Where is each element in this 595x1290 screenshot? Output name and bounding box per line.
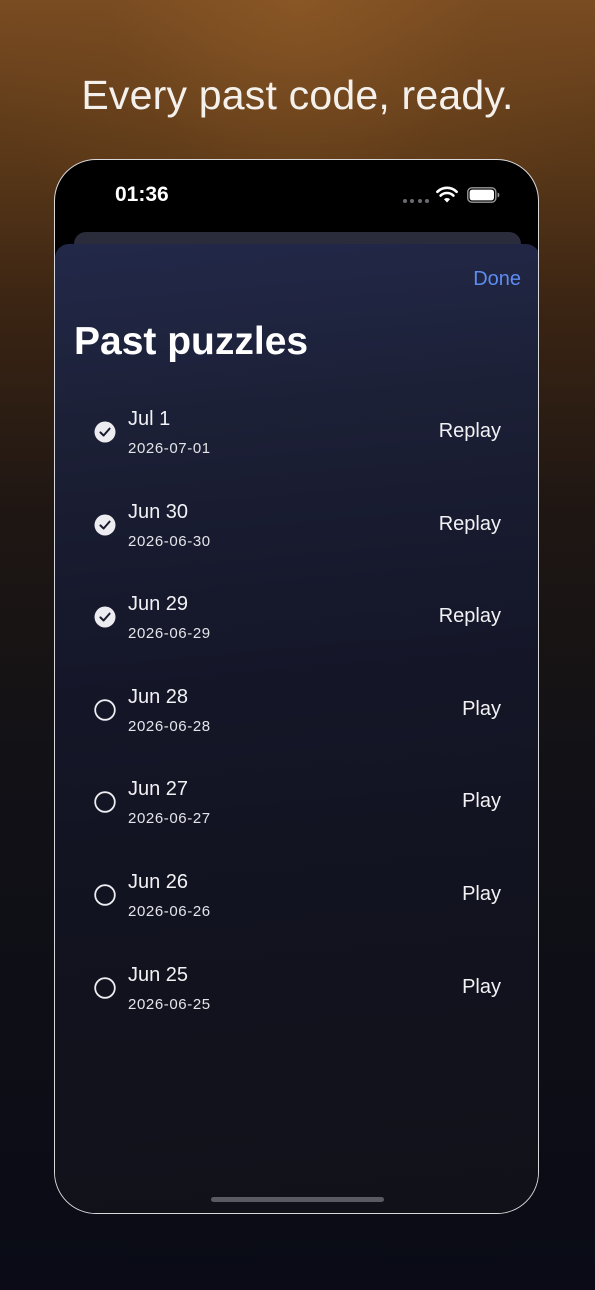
puzzle-row[interactable]: Jun 27 2026-06-27 Play bbox=[55, 766, 538, 859]
puzzle-row[interactable]: Jun 30 2026-06-30 Replay bbox=[55, 489, 538, 582]
puzzle-date: 2026-06-25 bbox=[128, 995, 211, 1013]
battery-icon bbox=[467, 187, 500, 203]
play-button[interactable]: Play bbox=[462, 883, 501, 906]
empty-circle-icon bbox=[94, 791, 116, 814]
puzzle-row[interactable]: Jun 26 2026-06-26 Play bbox=[55, 859, 538, 952]
puzzle-title: Jun 25 bbox=[128, 963, 189, 986]
replay-button[interactable]: Replay bbox=[439, 513, 501, 536]
puzzle-title: Jun 30 bbox=[128, 500, 189, 523]
signal-dots-icon bbox=[403, 199, 429, 203]
replay-button[interactable]: Replay bbox=[439, 605, 501, 628]
past-puzzles-sheet: Done Past puzzles Jul 1 2026-07-01 Repla… bbox=[55, 244, 538, 1213]
puzzle-row[interactable]: Jun 28 2026-06-28 Play bbox=[55, 674, 538, 767]
sheet-title: Past puzzles bbox=[74, 320, 309, 363]
empty-circle-icon bbox=[94, 884, 116, 906]
empty-circle-icon bbox=[94, 699, 116, 721]
puzzle-title: Jun 26 bbox=[128, 870, 189, 893]
puzzle-title: Jun 27 bbox=[128, 778, 189, 801]
puzzle-list: Jul 1 2026-07-01 Replay Jun 30 2026-06-3… bbox=[55, 396, 538, 1045]
puzzle-date: 2026-06-26 bbox=[128, 902, 211, 920]
puzzle-title: Jul 1 bbox=[128, 408, 171, 430]
wifi-icon bbox=[436, 186, 458, 203]
play-button[interactable]: Play bbox=[462, 976, 501, 999]
home-indicator bbox=[211, 1197, 384, 1202]
puzzle-row[interactable]: Jul 1 2026-07-01 Replay bbox=[55, 396, 538, 489]
phone-frame: 01:36 Done Past puzzles Jul 1 2026-07-01… bbox=[54, 159, 539, 1214]
done-button[interactable]: Done bbox=[473, 268, 521, 291]
completed-check-icon bbox=[94, 514, 116, 536]
puzzle-date: 2026-06-30 bbox=[128, 532, 211, 550]
play-button[interactable]: Play bbox=[462, 698, 501, 721]
replay-button[interactable]: Replay bbox=[439, 420, 501, 443]
puzzle-date: 2026-06-28 bbox=[128, 717, 211, 735]
puzzle-title: Jun 29 bbox=[128, 593, 189, 616]
puzzle-row[interactable]: Jun 29 2026-06-29 Replay bbox=[55, 581, 538, 674]
puzzle-date: 2026-07-01 bbox=[128, 440, 211, 457]
puzzle-date: 2026-06-27 bbox=[128, 810, 211, 828]
empty-circle-icon bbox=[94, 976, 116, 999]
puzzle-title: Jun 28 bbox=[128, 685, 189, 708]
play-button[interactable]: Play bbox=[462, 790, 501, 813]
completed-check-icon bbox=[94, 421, 116, 443]
marketing-headline: Every past code, ready. bbox=[81, 72, 514, 118]
puzzle-date: 2026-06-29 bbox=[128, 625, 211, 643]
status-bar-time: 01:36 bbox=[115, 183, 169, 206]
puzzle-row[interactable]: Jun 25 2026-06-25 Play bbox=[55, 952, 538, 1045]
completed-check-icon bbox=[94, 606, 116, 628]
